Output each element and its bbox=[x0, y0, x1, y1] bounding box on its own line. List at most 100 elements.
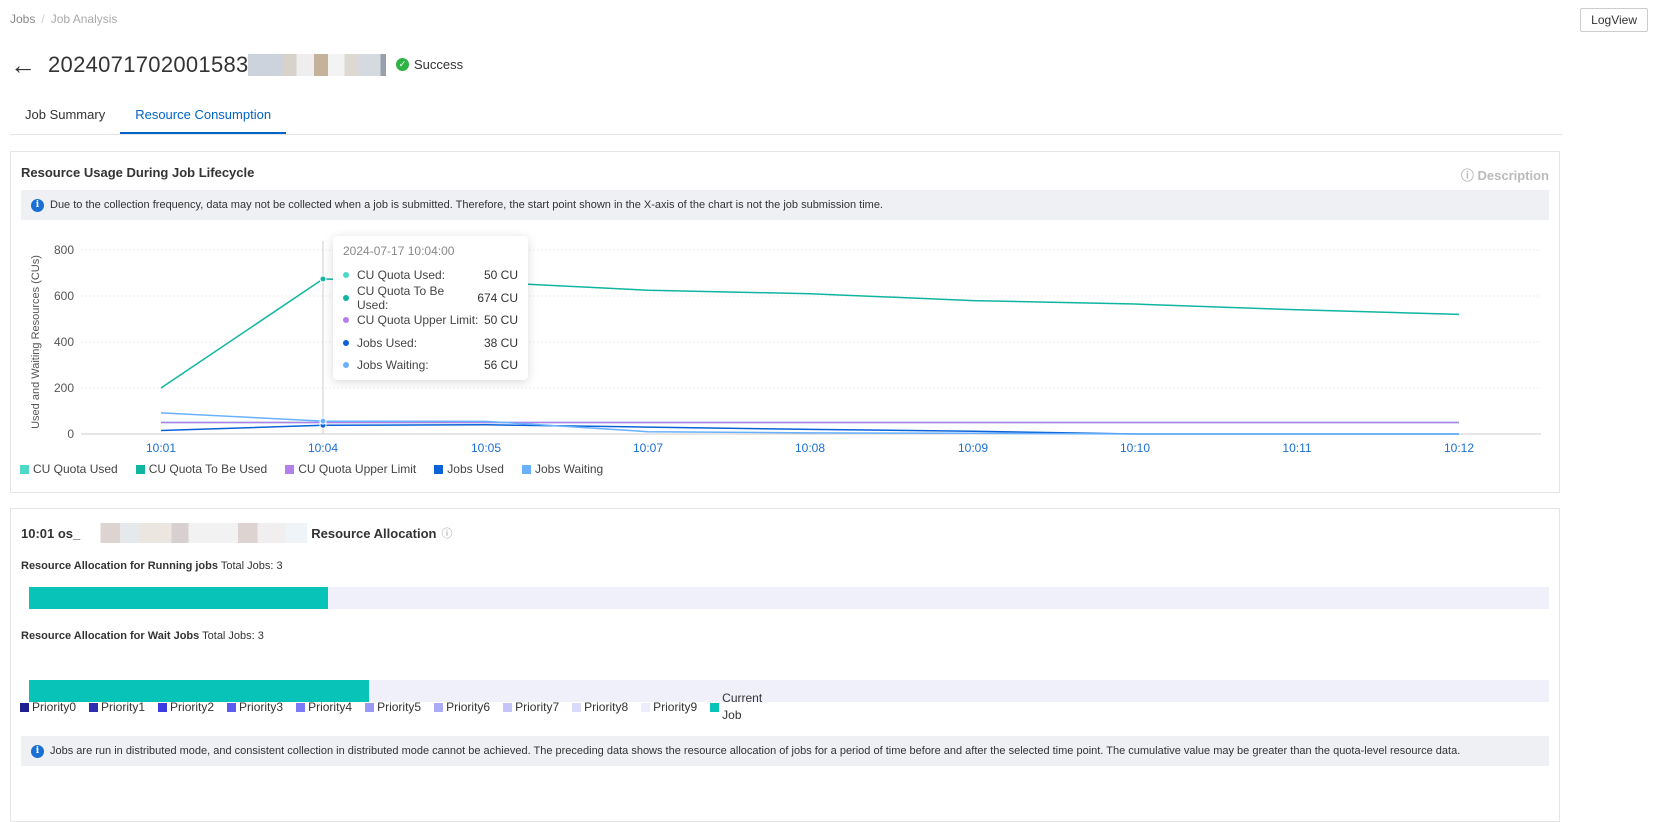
legend-swatch bbox=[521, 464, 531, 474]
legend-label: Priority8 bbox=[584, 700, 629, 714]
legend-label: Priority3 bbox=[239, 700, 284, 714]
y-tick-label: 200 bbox=[54, 381, 74, 395]
x-tick-label: 10:12 bbox=[1444, 441, 1474, 455]
priority-legend-item: Priority2 bbox=[158, 700, 214, 714]
priority-legend-item: Priority1 bbox=[89, 700, 145, 714]
hover-point bbox=[319, 417, 327, 425]
allocation-title: 10:01 os_ Resource Allocation ⓘ bbox=[21, 523, 452, 543]
current-job-segment[interactable] bbox=[29, 587, 329, 609]
legend-swatch bbox=[641, 702, 651, 712]
priority-legend-item: Priority5 bbox=[365, 700, 421, 714]
x-tick-label: 10:04 bbox=[308, 441, 338, 455]
chart-tooltip: 2024-07-17 10:04:00 CU Quota Used: 50 CU C… bbox=[333, 236, 528, 380]
x-tick-label: 10:08 bbox=[795, 441, 825, 455]
legend-label: Jobs Waiting bbox=[534, 462, 604, 476]
hover-point bbox=[319, 275, 327, 283]
x-tick-label: 10:10 bbox=[1120, 441, 1150, 455]
legend-swatch bbox=[710, 702, 720, 712]
wait-label: Resource Allocation for Wait Jobs Total … bbox=[21, 630, 264, 642]
legend-swatch bbox=[572, 702, 582, 712]
tooltip-label: CU Quota Upper Limit: bbox=[357, 313, 479, 328]
priority-legend-item: Priority7 bbox=[503, 700, 559, 714]
y-tick-label: 800 bbox=[54, 243, 74, 257]
allocation-time: 10:01 os_ bbox=[21, 525, 81, 541]
legend-swatch bbox=[285, 464, 295, 474]
legend-swatch bbox=[434, 702, 444, 712]
legend-swatch bbox=[20, 702, 29, 712]
legend-label: Priority2 bbox=[170, 700, 215, 714]
legend-item[interactable]: CU Quota Used bbox=[20, 462, 118, 476]
y-axis-title: Used and Waiting Resources (CUs) bbox=[30, 255, 42, 429]
tooltip-label: Jobs Waiting: bbox=[357, 358, 429, 373]
legend-label: Priority1 bbox=[101, 700, 146, 714]
legend-label: Current Job bbox=[722, 691, 763, 722]
legend-swatch bbox=[503, 702, 513, 712]
legend-swatch bbox=[227, 702, 237, 712]
help-icon[interactable]: ⓘ bbox=[441, 525, 452, 541]
legend-label: CU Quota To Be Used bbox=[148, 462, 268, 476]
running-allocation-bar[interactable] bbox=[29, 587, 1549, 609]
redacted-quota-name bbox=[92, 523, 308, 543]
resource-usage-card: Resource Usage During Job Lifecycle ⓘ De… bbox=[10, 151, 1560, 493]
x-tick-label: 10:05 bbox=[471, 441, 501, 455]
legend-label: Jobs Used bbox=[447, 462, 504, 476]
priority-legend-item: Priority0 bbox=[20, 700, 76, 714]
legend-swatch bbox=[135, 464, 145, 474]
tooltip-value: 50 CU bbox=[483, 313, 518, 328]
legend-swatch bbox=[89, 702, 99, 712]
x-tick-label: 10:11 bbox=[1282, 441, 1311, 455]
tooltip-value: 674 CU bbox=[477, 290, 518, 305]
legend-label: Priority6 bbox=[446, 700, 491, 714]
legend-label: Priority4 bbox=[308, 700, 353, 714]
tooltip-row: Jobs Used: 38 CU bbox=[343, 332, 518, 355]
tooltip-time: 2024-07-17 10:04:00 bbox=[343, 244, 455, 258]
tooltip-row: Jobs Waiting: 56 CU bbox=[343, 354, 518, 377]
tooltip-value: 38 CU bbox=[483, 335, 518, 350]
legend-swatch bbox=[158, 702, 168, 712]
x-tick-label: 10:01 bbox=[146, 441, 176, 455]
tooltip-value: 56 CU bbox=[483, 358, 518, 373]
legend-item[interactable]: Jobs Used bbox=[434, 462, 504, 476]
legend-swatch bbox=[20, 464, 29, 474]
series-dot bbox=[343, 294, 349, 301]
priority-legend-item: Priority3 bbox=[227, 700, 283, 714]
series-dot bbox=[343, 317, 349, 324]
priority-legend-item: Priority8 bbox=[572, 700, 628, 714]
tooltip-label: CU Quota Used: bbox=[357, 268, 446, 283]
y-tick-label: 0 bbox=[67, 427, 74, 441]
legend-item[interactable]: Jobs Waiting bbox=[521, 462, 604, 476]
tooltip-label: Jobs Used: bbox=[357, 335, 418, 350]
legend-item[interactable]: CU Quota To Be Used bbox=[135, 462, 268, 476]
info-icon: i bbox=[31, 744, 44, 758]
priority-legend-item: Current Job bbox=[710, 690, 762, 724]
legend-label: CU Quota Used bbox=[33, 462, 118, 476]
y-tick-label: 600 bbox=[54, 289, 74, 303]
resource-allocation-card: 10:01 os_ Resource Allocation ⓘ Resource… bbox=[10, 508, 1560, 822]
legend-swatch bbox=[434, 464, 444, 474]
usage-chart[interactable]: 0 200 400 600 800 Used and Waiting Resources … bbox=[1, 1, 1561, 501]
x-tick-label: 10:09 bbox=[958, 441, 988, 455]
priority-legend-item: Priority6 bbox=[434, 700, 490, 714]
logview-button[interactable]: LogView bbox=[1580, 8, 1648, 32]
allocation-note: i Jobs are run in distributed mode, and c… bbox=[21, 736, 1549, 766]
legend-swatch bbox=[365, 702, 375, 712]
tooltip-row: CU Quota To Be Used: 674 CU bbox=[343, 283, 518, 312]
series-line-jobs-waiting bbox=[160, 412, 1459, 435]
tooltip-label: CU Quota To Be Used: bbox=[357, 283, 445, 312]
legend-label: CU Quota Upper Limit bbox=[298, 462, 417, 476]
legend-label: Priority5 bbox=[377, 700, 422, 714]
legend-swatch bbox=[296, 702, 306, 712]
priority-legend-item: Priority9 bbox=[641, 700, 697, 714]
legend-item[interactable]: CU Quota Upper Limit bbox=[285, 462, 416, 476]
priority-legend-item: Priority4 bbox=[296, 700, 352, 714]
running-label: Resource Allocation for Running jobs Tot… bbox=[21, 560, 283, 572]
chart-legend: CU Quota Used CU Quota To Be Used CU Quota… bbox=[20, 462, 603, 476]
legend-label: Priority7 bbox=[515, 700, 560, 714]
priority-legend: Priority0 Priority1 Priority2 Priority3 Prio… bbox=[20, 690, 762, 724]
series-dot bbox=[343, 362, 349, 369]
tooltip-value: 50 CU bbox=[483, 268, 518, 283]
series-dot bbox=[343, 272, 349, 279]
legend-label: Priority9 bbox=[653, 700, 698, 714]
tooltip-row: CU Quota Upper Limit: 50 CU bbox=[343, 309, 518, 332]
legend-label: Priority0 bbox=[32, 700, 77, 714]
